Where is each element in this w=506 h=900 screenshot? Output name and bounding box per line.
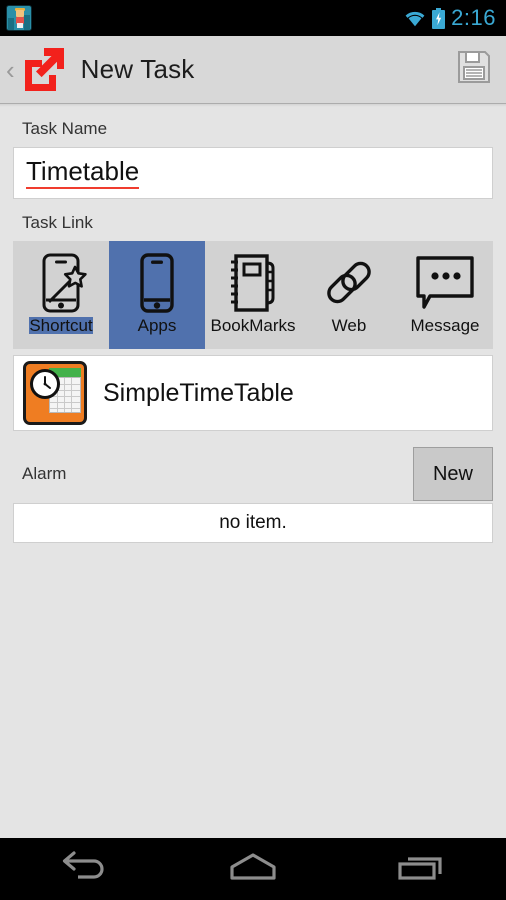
up-caret-icon[interactable]: ‹ bbox=[0, 57, 17, 83]
save-button[interactable] bbox=[442, 36, 506, 104]
floppy-disk-save-icon bbox=[456, 49, 492, 90]
pixel-character-app-icon bbox=[6, 5, 32, 31]
tab-web[interactable]: Web bbox=[301, 241, 397, 349]
form-content: Task Name Timetable Task Link Shortcut A… bbox=[0, 105, 506, 838]
tab-bookmarks[interactable]: BookMarks bbox=[205, 241, 301, 349]
tab-label: Message bbox=[410, 316, 480, 335]
task-link-label: Task Link bbox=[22, 213, 93, 232]
home-button[interactable] bbox=[169, 838, 338, 900]
alarm-label: Alarm bbox=[22, 464, 67, 483]
chain-link-icon bbox=[321, 249, 377, 317]
selected-app-name: SimpleTimeTable bbox=[103, 378, 294, 407]
tab-message[interactable]: Message bbox=[397, 241, 493, 349]
battery-charging-icon bbox=[432, 7, 446, 29]
status-bar: 2:16 bbox=[0, 0, 506, 36]
speech-bubble-icon bbox=[413, 249, 477, 317]
alarm-empty-state: no item. bbox=[13, 503, 493, 543]
navigation-bar bbox=[0, 838, 506, 900]
notebook-icon bbox=[225, 249, 281, 317]
recents-button[interactable] bbox=[337, 838, 506, 900]
selected-app-row[interactable]: SimpleTimeTable bbox=[13, 355, 493, 431]
alarm-section-header: Alarm New bbox=[0, 445, 506, 503]
home-icon bbox=[225, 850, 281, 889]
tab-apps[interactable]: Apps bbox=[109, 241, 205, 349]
status-notifications bbox=[0, 5, 32, 31]
phone-icon bbox=[131, 249, 183, 317]
tab-label: Web bbox=[331, 316, 367, 335]
shortcut-external-link-icon[interactable] bbox=[17, 46, 71, 94]
tab-shortcut[interactable]: Shortcut bbox=[13, 241, 109, 349]
tab-label: BookMarks bbox=[210, 316, 296, 335]
clock-timetable-app-icon bbox=[23, 361, 87, 425]
phone-magic-wand-icon bbox=[35, 249, 87, 317]
recents-icon bbox=[394, 850, 450, 889]
status-system-icons: 2:16 bbox=[404, 7, 506, 29]
tab-label: Apps bbox=[137, 316, 177, 335]
task-name-value: Timetable bbox=[26, 156, 140, 190]
status-clock: 2:16 bbox=[451, 5, 496, 30]
back-icon bbox=[56, 850, 112, 889]
action-bar: ‹ New Task bbox=[0, 36, 506, 107]
new-alarm-button[interactable]: New bbox=[413, 447, 493, 501]
task-link-tabs: Shortcut Apps BookMarks Web Message bbox=[13, 241, 493, 349]
wifi-icon bbox=[404, 10, 426, 27]
tab-label: Shortcut bbox=[29, 316, 93, 335]
task-name-input[interactable]: Timetable bbox=[13, 147, 493, 199]
back-button[interactable] bbox=[0, 838, 169, 900]
task-name-label: Task Name bbox=[22, 119, 108, 138]
page-title: New Task bbox=[80, 54, 195, 84]
phone-screen: 2:16 ‹ New Task Task Name Timetable Task… bbox=[0, 0, 506, 900]
